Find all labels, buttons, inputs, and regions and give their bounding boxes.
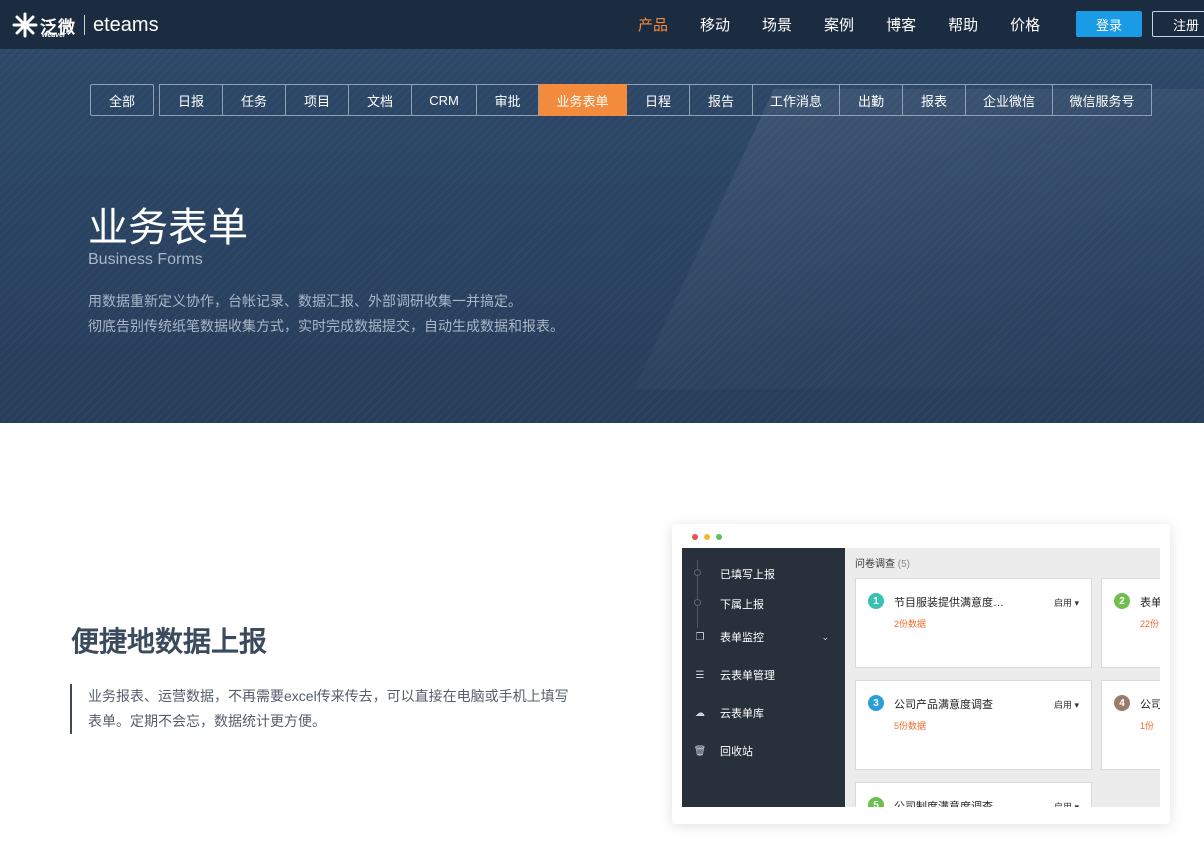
panel-header: 问卷调查 (5): [855, 555, 910, 570]
form-card[interactable]: 3 公司产品满意度调查 5份数据 启用 ▾: [855, 680, 1092, 770]
caret-down-icon: ▾: [1072, 598, 1080, 608]
card-number-badge: 4: [1114, 695, 1130, 711]
sidebar-item-label: 云表单管理: [720, 670, 775, 682]
card-number-badge: 2: [1114, 593, 1130, 609]
feature-description-line: 表单。定期不会忘，数据统计更方便。: [88, 713, 326, 729]
panel-header-count: (5): [897, 559, 911, 570]
window-dot-icon: [692, 534, 698, 540]
sidebar-item[interactable]: ☁ 云表单库: [682, 698, 845, 728]
sidebar-item-label: 云表单库: [720, 708, 764, 720]
hero-description-line: 用数据重新定义协作，台帐记录、数据汇报、外部调研收集一并搞定。: [88, 293, 522, 309]
logo-eteams-text: eteams: [93, 13, 159, 36]
card-number-badge: 5: [868, 797, 884, 807]
hero-description-line: 彻底告别传统纸笔数据收集方式，实时完成数据提交，自动生成数据和报表。: [88, 318, 564, 334]
window-dot-icon: [704, 534, 710, 540]
product-tab[interactable]: 企业微信: [966, 84, 1053, 116]
card-status-dropdown[interactable]: 启用 ▾: [1054, 596, 1079, 609]
product-tabs: 全部 日报 任务 项目 文档 CRM 审批 业务表单 日程 报告 工作消息 出勤 报表 企业微信 微信服务…: [90, 84, 1152, 116]
card-data-count: 22份: [1140, 619, 1160, 629]
sidebar-item[interactable]: ❐ 表单监控 ⌄: [682, 622, 845, 652]
caret-down-icon: ▾: [1072, 802, 1080, 807]
product-tab[interactable]: 日报: [159, 84, 223, 116]
logo-subtext: weaver: [42, 32, 66, 39]
card-status-label: 启用: [1054, 700, 1073, 710]
card-number-badge: 3: [868, 695, 884, 711]
tree-node-icon: [694, 599, 701, 606]
product-tab[interactable]: 报告: [690, 84, 753, 116]
logo-divider: [84, 15, 85, 35]
trash-icon: 🗑: [693, 745, 707, 757]
nav-item[interactable]: 帮助: [948, 14, 978, 35]
card-title: 公司: [1140, 699, 1160, 711]
sidebar-item[interactable]: 🗑 回收站: [682, 736, 845, 766]
main-nav: 产品 移动 场景 案例 博客 帮助 价格: [622, 0, 1056, 49]
window-controls: [692, 534, 728, 540]
login-button[interactable]: 登录: [1076, 11, 1142, 37]
hero-banner: 全部 日报 任务 项目 文档 CRM 审批 业务表单 日程 报告 工作消息 出勤 报表 企业微信 微信服务…: [0, 49, 1204, 423]
product-tab[interactable]: 微信服务号: [1053, 84, 1152, 116]
mock-sidebar: 已填写上报 下属上报 ❐ 表单监控 ⌄ ☰ 云表单管理 ☁ 云表单库 🗑 回收站: [682, 548, 845, 807]
product-tab[interactable]: 报表: [903, 84, 966, 116]
nav-item[interactable]: 移动: [700, 14, 730, 35]
sidebar-item-label: 表单监控: [720, 632, 764, 644]
product-tab[interactable]: 工作消息: [753, 84, 840, 116]
product-tab[interactable]: 任务: [223, 84, 286, 116]
sidebar-sub-item[interactable]: 下属上报: [720, 596, 764, 612]
card-data-count: 2份数据: [894, 619, 927, 629]
feature-title: 便捷地数据上报: [71, 626, 268, 657]
product-tab[interactable]: 审批: [477, 84, 539, 116]
card-title: 节目服装提供满意度…: [894, 597, 1004, 609]
form-card[interactable]: 2 表单 22份: [1101, 578, 1160, 668]
card-number-badge: 1: [868, 593, 884, 609]
sidebar-sub-item[interactable]: 已填写上报: [720, 566, 775, 582]
card-status-label: 启用: [1054, 598, 1073, 608]
nav-item[interactable]: 博客: [886, 14, 916, 35]
card-data-count: 1份: [1140, 721, 1155, 731]
sidebar-item[interactable]: ☰ 云表单管理: [682, 660, 845, 690]
tab-all[interactable]: 全部: [90, 84, 154, 116]
nav-item[interactable]: 案例: [824, 14, 854, 35]
panel-header-title: 问卷调查: [855, 559, 895, 570]
product-tab[interactable]: 日程: [627, 84, 690, 116]
sidebar-item-label: 回收站: [720, 746, 753, 758]
card-title: 表单: [1140, 597, 1160, 609]
hero-description: 用数据重新定义协作，台帐记录、数据汇报、外部调研收集一并搞定。 彻底告别传统纸笔…: [88, 289, 564, 339]
product-tab[interactable]: 出勤: [840, 84, 903, 116]
app-screenshot-mockup: 已填写上报 下属上报 ❐ 表单监控 ⌄ ☰ 云表单管理 ☁ 云表单库 🗑 回收站 问卷调查 (5…: [672, 524, 1170, 824]
copy-icon: ❐: [695, 631, 705, 643]
list-icon: ☰: [695, 669, 705, 681]
weaver-logo[interactable]: 泛微 weaver eteams: [12, 8, 159, 42]
product-tab[interactable]: 项目: [286, 84, 349, 116]
nav-item[interactable]: 场景: [762, 14, 792, 35]
card-title: 公司产品满意度调查: [894, 699, 993, 711]
nav-item[interactable]: 价格: [1010, 14, 1040, 35]
register-button[interactable]: 注册: [1152, 11, 1204, 37]
window-dot-icon: [716, 534, 722, 540]
tree-node-icon: [694, 569, 701, 576]
form-card[interactable]: 5 公司制度满意度调查 启用 ▾: [855, 782, 1092, 807]
chevron-down-icon[interactable]: ⌄: [821, 632, 829, 643]
form-card[interactable]: 1 节目服装提供满意度… 2份数据 启用 ▾: [855, 578, 1092, 668]
card-data-count: 5份数据: [894, 721, 927, 731]
card-title: 公司制度满意度调查: [894, 801, 993, 807]
snowflake-logo-icon: [12, 12, 38, 38]
card-status-label: 启用: [1054, 802, 1073, 807]
caret-down-icon: ▾: [1072, 700, 1080, 710]
cloud-icon: ☁: [695, 707, 705, 719]
mock-main-panel: 问卷调查 (5) 1 节目服装提供满意度… 2份数据 启用 ▾ 2 表单 22份 3 公司产品满…: [845, 548, 1160, 807]
hero-title: 业务表单: [88, 206, 248, 250]
product-tab[interactable]: CRM: [412, 84, 477, 116]
card-status-dropdown[interactable]: 启用 ▾: [1054, 698, 1079, 711]
top-navbar: 泛微 weaver eteams 产品 移动 场景 案例 博客 帮助 价格 登录 注册: [0, 0, 1204, 49]
hero-subtitle: Business Forms: [88, 251, 203, 268]
product-tab[interactable]: 业务表单: [539, 84, 627, 116]
feature-description: 业务报表、运营数据，不再需要excel传来传去，可以直接在电脑或手机上填写 表单…: [70, 684, 570, 734]
product-tab[interactable]: 文档: [349, 84, 412, 116]
card-status-dropdown[interactable]: 启用 ▾: [1054, 800, 1079, 807]
form-card[interactable]: 4 公司 1份: [1101, 680, 1160, 770]
feature-description-line: 业务报表、运营数据，不再需要excel传来传去，可以直接在电脑或手机上填写: [88, 688, 569, 704]
hero-background-shape: [634, 89, 1204, 389]
nav-item[interactable]: 产品: [638, 14, 668, 35]
